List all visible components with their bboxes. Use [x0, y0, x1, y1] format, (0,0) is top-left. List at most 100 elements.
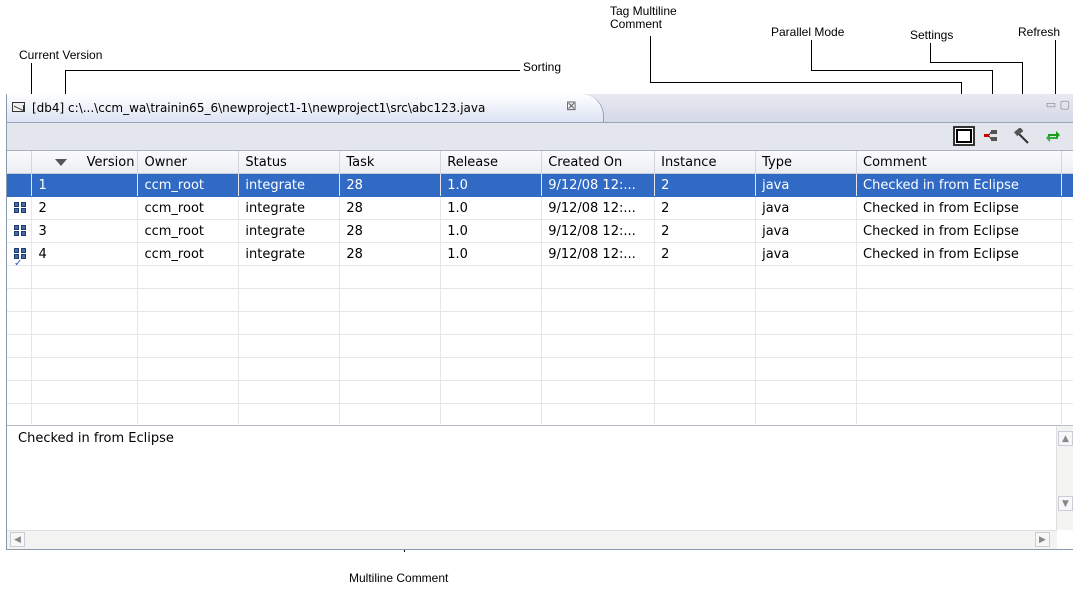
cell-status — [238, 311, 341, 335]
callout-line — [1022, 62, 1023, 97]
cell-task: 28 — [339, 219, 442, 243]
cell-version: 2 — [31, 196, 139, 220]
cell-version: 1 — [31, 173, 139, 197]
empty-table-row — [7, 311, 1073, 335]
cell-created-on: 9/12/08 12:... — [541, 242, 656, 266]
parallel-mode-icon — [984, 130, 997, 141]
column-header-comment[interactable]: Comment — [856, 151, 1062, 174]
cell-comment — [856, 380, 1062, 404]
cell-filler — [1061, 334, 1073, 358]
scroll-left-icon[interactable]: ◀ — [10, 532, 25, 547]
cell-created-on: 9/12/08 12:... — [541, 173, 656, 197]
column-header-type[interactable]: Type — [755, 151, 857, 174]
column-header-task[interactable]: Task — [339, 151, 442, 174]
cell-instance: 2 — [654, 242, 757, 266]
table-header: Version Owner Status Task Release Create… — [7, 151, 1073, 174]
cell-instance: 2 — [654, 173, 757, 197]
row-icon-cell — [7, 357, 33, 381]
cell-version — [31, 288, 139, 312]
row-icon-cell — [7, 311, 33, 335]
horizontal-scrollbar[interactable]: ◀ ▶ — [7, 530, 1057, 549]
cell-status — [238, 334, 341, 358]
cell-owner: ccm_root — [137, 173, 240, 197]
tag-multiline-comment-button[interactable] — [953, 126, 975, 146]
cell-type — [755, 403, 857, 424]
cell-type — [755, 311, 857, 335]
history-view: [db4] c:\...\ccm_wa\trainin65_6\newproje… — [6, 94, 1073, 550]
cell-version — [31, 311, 139, 335]
table-row[interactable]: 3 ccm_root integrate 28 1.0 9/12/08 12:... 2 ja… — [7, 219, 1073, 243]
settings-button[interactable] — [1011, 126, 1033, 146]
cell-status — [238, 380, 341, 404]
cell-release: 1.0 — [440, 196, 543, 220]
cell-owner: ccm_root — [137, 242, 240, 266]
table-row[interactable]: 1 ccm_root integrate 28 1.0 9/12/08 12:... 2 ja… — [7, 173, 1073, 197]
cell-comment — [856, 334, 1062, 358]
cell-type — [755, 380, 857, 404]
parallel-mode-button[interactable] — [980, 126, 1002, 146]
close-icon[interactable]: ⊠ — [566, 99, 577, 114]
column-header-version[interactable]: Version — [31, 151, 139, 174]
cell-filler — [1061, 380, 1073, 404]
cell-owner — [137, 265, 240, 289]
row-icon-cell — [7, 403, 33, 424]
cell-type: java — [755, 242, 857, 266]
multiline-comment-pane[interactable]: Checked in from Eclipse ▲ ▼ ◀ ▶ — [7, 425, 1073, 549]
column-header-icon[interactable] — [7, 151, 33, 174]
cell-status — [238, 403, 341, 424]
editor-tab[interactable]: [db4] c:\...\ccm_wa\trainin65_6\newproje… — [7, 94, 604, 122]
table-row[interactable]: ✓ 4 ccm_root integrate 28 1.0 9/12/08 12:... 2 j… — [7, 242, 1073, 266]
scroll-up-icon[interactable]: ▲ — [1058, 431, 1073, 446]
cell-comment: Checked in from Eclipse — [856, 219, 1062, 243]
cell-version — [31, 380, 139, 404]
cell-release — [440, 403, 543, 424]
cell-instance — [654, 334, 757, 358]
cell-release — [440, 357, 543, 381]
refresh-button[interactable] — [1042, 126, 1064, 146]
cell-filler — [1061, 196, 1073, 220]
cell-task: 28 — [339, 196, 442, 220]
callout-line — [930, 43, 931, 63]
cell-instance — [654, 265, 757, 289]
cell-task — [339, 334, 442, 358]
cell-created-on — [541, 288, 656, 312]
table-row[interactable]: 2 ccm_root integrate 28 1.0 9/12/08 12:... 2 ja… — [7, 196, 1073, 220]
cell-version — [31, 403, 139, 424]
empty-table-row — [7, 265, 1073, 289]
scroll-down-icon[interactable]: ▼ — [1058, 496, 1073, 511]
callout-line — [930, 62, 1023, 63]
cell-type: java — [755, 173, 857, 197]
callout-line — [811, 70, 993, 71]
cell-instance — [654, 403, 757, 424]
cell-status — [238, 265, 341, 289]
cell-version — [31, 357, 139, 381]
cell-instance: 2 — [654, 219, 757, 243]
cell-type: java — [755, 196, 857, 220]
cell-owner — [137, 288, 240, 312]
cell-filler — [1061, 288, 1073, 312]
minimize-maximize-icon[interactable]: ▭ ▢ — [1046, 98, 1070, 111]
column-header-release[interactable]: Release — [440, 151, 543, 174]
cell-type — [755, 288, 857, 312]
multiline-comment-text[interactable]: Checked in from Eclipse — [18, 431, 174, 446]
cell-owner: ccm_root — [137, 196, 240, 220]
cell-created-on — [541, 265, 656, 289]
empty-table-row — [7, 380, 1073, 404]
cell-status — [238, 357, 341, 381]
cell-task: 28 — [339, 242, 442, 266]
column-header-instance[interactable]: Instance — [654, 151, 757, 174]
column-header-owner[interactable]: Owner — [137, 151, 240, 174]
column-header-status[interactable]: Status — [238, 151, 341, 174]
column-header-created-on[interactable]: Created On — [541, 151, 656, 174]
cell-type — [755, 265, 857, 289]
cell-comment: Checked in from Eclipse — [856, 196, 1062, 220]
cell-release: 1.0 — [440, 173, 543, 197]
cell-owner: ccm_root — [137, 219, 240, 243]
cell-version: 3 — [31, 219, 139, 243]
version-object-icon — [14, 202, 28, 214]
row-icon-cell — [7, 288, 33, 312]
vertical-scrollbar[interactable]: ▲ ▼ — [1056, 426, 1073, 530]
callout-line — [650, 36, 651, 83]
scroll-right-icon[interactable]: ▶ — [1035, 532, 1050, 547]
cell-comment — [856, 265, 1062, 289]
